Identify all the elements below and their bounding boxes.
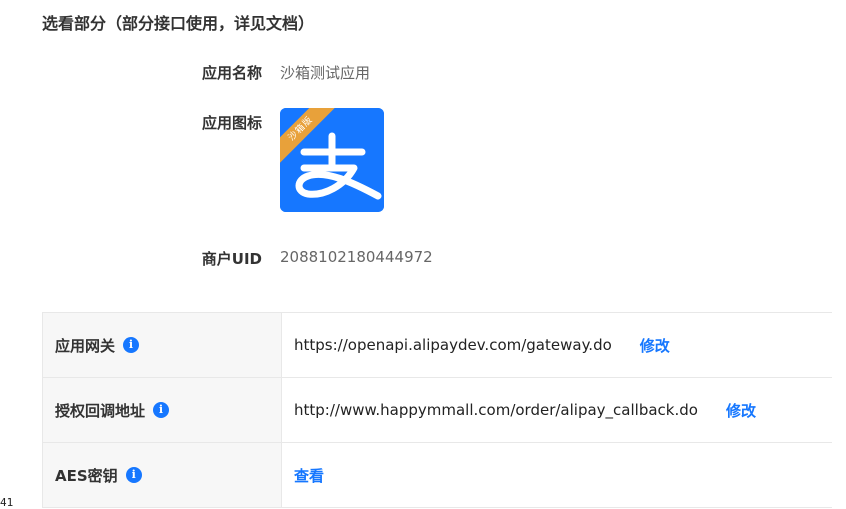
row-label-cell: 授权回调地址 i (42, 378, 282, 442)
row-label-cell: AES密钥 i (42, 443, 282, 507)
gateway-label: 应用网关 (55, 336, 116, 355)
info-circle-icon[interactable]: i (125, 467, 142, 483)
app-name-value: 沙箱测试应用 (280, 64, 371, 82)
callback-url: http://www.happymmall.com/order/alipay_c… (294, 401, 698, 419)
edit-callback-button[interactable]: 修改 (726, 400, 756, 421)
table-row: AES密钥 i 查看 (42, 443, 832, 508)
merchant-uid-label: 商户UID (201, 250, 262, 268)
view-aes-key-button[interactable]: 查看 (294, 465, 324, 486)
gateway-url: https://openapi.alipaydev.com/gateway.do (294, 336, 612, 354)
table-row: 授权回调地址 i http://www.happymmall.com/order… (42, 378, 832, 443)
info-circle-icon[interactable]: i (123, 337, 140, 353)
row-value-cell: 查看 (294, 443, 324, 507)
app-config-table: 应用网关 i https://openapi.alipaydev.com/gat… (42, 312, 832, 508)
app-icon-label: 应用图标 (201, 114, 262, 132)
row-value-cell: http://www.happymmall.com/order/alipay_c… (294, 378, 756, 442)
row-label-cell: 应用网关 i (42, 313, 282, 377)
merchant-uid-value: 2088102180444972 (280, 248, 433, 266)
table-row: 应用网关 i https://openapi.alipaydev.com/gat… (42, 313, 832, 378)
alipay-logo-icon: 沙箱版 (280, 108, 384, 212)
section-title: 选看部分（部分接口使用，详见文档） (42, 14, 315, 33)
aes-key-label: AES密钥 (55, 466, 118, 485)
edit-gateway-button[interactable]: 修改 (640, 335, 670, 356)
info-circle-icon[interactable]: i (153, 402, 170, 418)
corner-number: 41 (0, 496, 14, 509)
row-value-cell: https://openapi.alipaydev.com/gateway.do… (294, 313, 670, 377)
callback-label: 授权回调地址 (55, 401, 146, 420)
app-name-label: 应用名称 (201, 64, 262, 82)
